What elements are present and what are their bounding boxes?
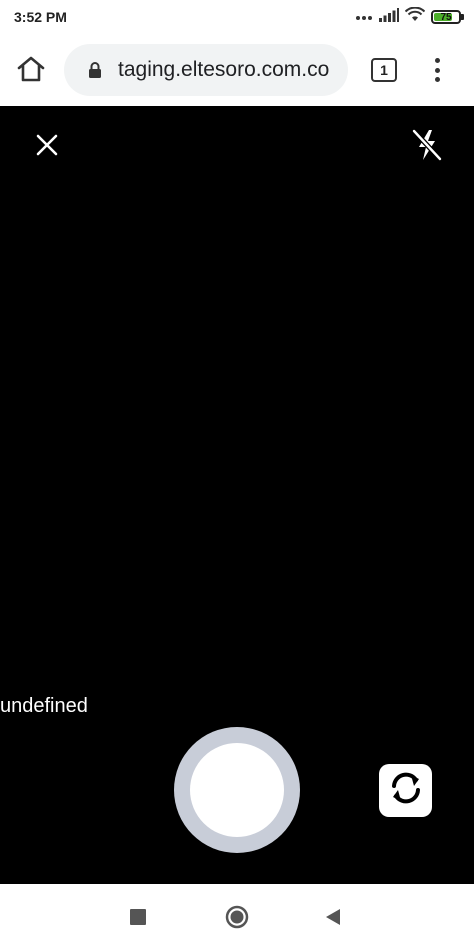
battery-icon: 75 [431, 10, 464, 24]
wifi-icon [404, 6, 426, 27]
close-button[interactable] [28, 128, 66, 166]
status-time: 3:52 PM [14, 9, 67, 25]
switch-camera-icon [386, 768, 426, 813]
recents-square-icon[interactable] [130, 909, 146, 925]
flash-toggle-button[interactable] [406, 126, 448, 168]
system-nav-bar [0, 884, 474, 948]
home-button[interactable] [14, 54, 48, 88]
lock-icon [86, 60, 104, 80]
url-bar[interactable]: taging.eltesoro.com.co [64, 44, 348, 96]
shutter-button[interactable] [174, 727, 300, 853]
camera-status-label: undefined [0, 695, 88, 717]
flash-off-icon [411, 128, 443, 167]
status-icons: 75 [355, 6, 464, 27]
home-icon [16, 55, 46, 88]
tab-count: 1 [380, 62, 388, 78]
battery-tip [461, 14, 464, 20]
shutter-inner [190, 743, 284, 837]
camera-view: undefined [0, 106, 474, 884]
overflow-menu-dot [434, 67, 440, 73]
tabs-button[interactable]: 1 [371, 58, 397, 82]
back-triangle-icon[interactable] [324, 908, 342, 926]
status-bar: 3:52 PM 75 [0, 0, 474, 34]
url-text: taging.eltesoro.com.co [118, 58, 330, 81]
screen: 3:52 PM 75 taging.eltesoro.com.co 1 unde… [0, 0, 474, 948]
browser-toolbar: taging.eltesoro.com.co 1 [0, 34, 474, 106]
close-icon [36, 134, 58, 161]
switch-camera-button[interactable] [379, 764, 432, 817]
home-circle-icon[interactable] [225, 905, 249, 929]
signal-icon [379, 7, 399, 27]
more-dots-icon [355, 8, 373, 26]
battery-level: 75 [440, 11, 452, 23]
overflow-menu-icon [434, 58, 440, 63]
battery-body: 75 [431, 10, 461, 24]
overflow-menu-dot [434, 77, 440, 82]
overflow-menu-button[interactable] [426, 54, 448, 86]
